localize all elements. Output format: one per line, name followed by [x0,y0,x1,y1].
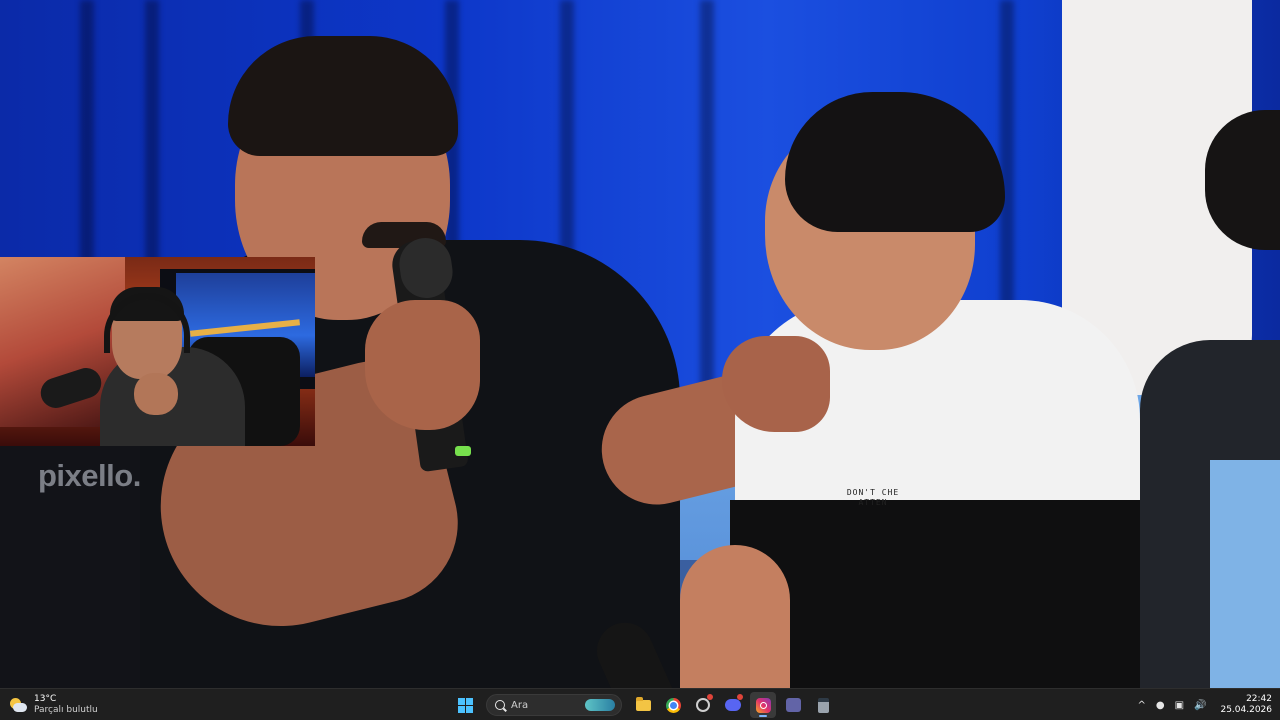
search-icon [495,700,505,710]
discord-icon [725,699,741,711]
microphone-icon[interactable]: ● [1156,700,1165,711]
older-man-hand [365,300,480,430]
chrome-icon [665,697,681,713]
instagram-button[interactable] [750,692,776,718]
system-tray: ^ ● ▣ 🔊 22:42 25.04.2026 [1137,691,1272,719]
hand-on-shoulder [722,336,830,432]
shirt-print-line2: ATTEN [858,498,888,507]
weather-temperature: 13°C [34,694,57,704]
partly-cloudy-icon [8,697,28,713]
taskbar-search[interactable]: Ara [486,694,622,716]
channel-watermark: pixello. [38,458,141,493]
teams-button[interactable] [780,692,806,718]
calculator-icon [817,697,829,713]
teams-icon [785,698,801,712]
search-placeholder: Ara [511,699,529,711]
calculator-button[interactable] [810,692,836,718]
older-man-hair [228,36,458,156]
weather-description: Parçalı bulutlu [34,705,98,715]
folder-icon [635,696,651,711]
volume-icon[interactable]: 🔊 [1194,700,1206,711]
instagram-icon [755,697,771,713]
microphone-led [455,446,471,456]
search-highlight-icon [585,699,615,711]
taskbar: 13°C Parçalı bulutlu Ara ^ ● ▣ 🔊 22:42 2… [0,688,1280,720]
file-explorer-button[interactable] [630,692,656,718]
clock-time: 22:42 [1246,694,1272,704]
start-button[interactable] [452,692,478,718]
weather-widget[interactable]: 13°C Parçalı bulutlu [8,692,98,718]
discord-button[interactable] [720,692,746,718]
circle-app-button[interactable] [690,692,716,718]
young-man-arm [680,545,790,688]
network-icon[interactable]: ▣ [1175,700,1184,711]
clock-date: 25.04.2026 [1220,705,1272,715]
chevron-up-icon[interactable]: ^ [1137,700,1145,711]
notification-badge [737,694,743,700]
notification-badge [707,694,713,700]
windows-start-icon [457,697,473,713]
right-person-shirt [1210,460,1280,688]
shirt-print: DON'T CHE ATTEN [838,488,908,508]
young-man-hair [785,92,1005,232]
taskbar-apps: Ara [452,691,836,719]
chrome-button[interactable] [660,692,686,718]
streamer-webcam [0,257,315,446]
clock[interactable]: 22:42 25.04.2026 [1220,694,1272,716]
streamer-hand [134,373,178,415]
circle-app-icon [696,698,710,712]
shirt-print-line1: DON'T CHE [846,488,900,497]
young-man-shirt-bottom [730,500,1140,688]
